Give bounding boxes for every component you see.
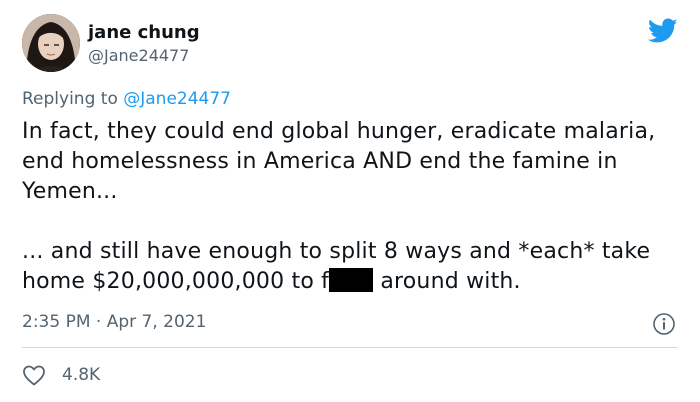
info-icon[interactable] <box>652 312 676 336</box>
like-count: 4.8K <box>62 365 101 385</box>
redaction-box <box>329 268 374 292</box>
replying-to-label: Replying to <box>22 89 124 109</box>
tweet-timestamp[interactable]: 2:35 PM · Apr 7, 2021 <box>22 310 206 334</box>
author-display-name[interactable]: jane chung <box>88 22 200 44</box>
avatar[interactable] <box>22 14 80 72</box>
author-handle[interactable]: @Jane24477 <box>88 46 189 66</box>
heart-icon[interactable] <box>22 364 46 386</box>
tweet-card: jane chung @Jane24477 Replying to @Jane2… <box>0 0 700 402</box>
tweet-paragraph-1: In fact, they could end global hunger, e… <box>22 119 656 204</box>
divider <box>22 347 678 348</box>
tweet-paragraph-2-end: around with. <box>373 269 521 294</box>
tweet-paragraph-2: ... and still have enough to split 8 way… <box>22 237 677 297</box>
tweet-text: In fact, they could end global hunger, e… <box>22 117 677 297</box>
like-button[interactable]: 4.8K <box>22 362 100 388</box>
replying-to: Replying to @Jane24477 <box>22 88 231 110</box>
reply-handle-link[interactable]: @Jane24477 <box>123 89 231 109</box>
twitter-bird-icon[interactable] <box>648 18 678 44</box>
avatar-photo <box>22 14 80 72</box>
